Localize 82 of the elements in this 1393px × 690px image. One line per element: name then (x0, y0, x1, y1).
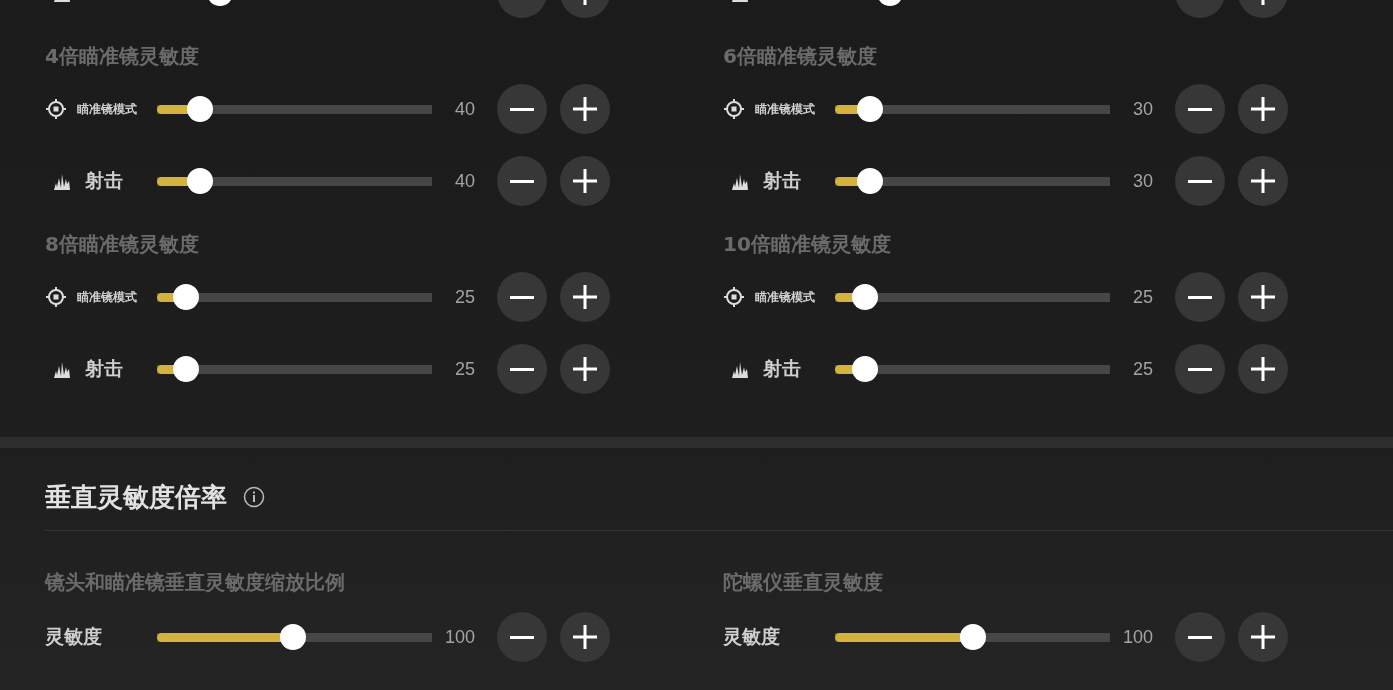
increase-button[interactable] (560, 612, 610, 662)
increase-button[interactable] (1238, 84, 1288, 134)
increase-button[interactable] (1238, 612, 1288, 662)
minus-icon (510, 179, 534, 183)
plus-icon (573, 97, 597, 121)
decrease-button[interactable] (1175, 156, 1225, 206)
slider-value: 100 (1122, 626, 1153, 648)
minus-icon (1188, 635, 1212, 639)
slider-thumb[interactable] (852, 284, 879, 310)
plus-icon (573, 357, 597, 381)
minus-icon (1188, 295, 1212, 299)
group-title: 6倍瞄准镜灵敏度 (723, 43, 878, 70)
plus-icon (1251, 97, 1275, 121)
slider-label: 灵敏度 (45, 624, 102, 649)
decrease-button[interactable] (497, 272, 547, 322)
slider-value: 100 (444, 626, 475, 648)
slider-label: 灵敏度 (723, 624, 780, 649)
slider-label: 瞄准镜模式 (755, 100, 815, 118)
decrease-button[interactable] (1175, 272, 1225, 322)
slider-label: 射击 (85, 356, 123, 381)
slider-value: 40 (454, 98, 475, 120)
crosshair-icon (45, 98, 67, 120)
increase-button[interactable] (560, 344, 610, 394)
slider-thumb[interactable] (857, 96, 884, 122)
group-title: 陀螺仪垂直灵敏度 (723, 569, 884, 596)
plus-icon (573, 625, 597, 649)
plus-icon (573, 169, 597, 193)
decrease-button[interactable] (1175, 344, 1225, 394)
increase-button[interactable] (560, 84, 610, 134)
plus-icon (573, 285, 597, 309)
slider-label: 射击 (85, 168, 123, 193)
crosshair-icon (45, 286, 67, 308)
slider-value: 25 (454, 358, 475, 380)
slider-thumb[interactable] (852, 356, 879, 382)
slider-label: 射击 (763, 356, 801, 381)
slider-thumb[interactable] (857, 168, 884, 194)
crosshair-icon (723, 98, 745, 120)
slider-thumb[interactable] (172, 356, 199, 382)
decrease-button[interactable] (497, 612, 547, 662)
slider-thumb[interactable] (186, 168, 213, 194)
decrease-button[interactable] (1175, 84, 1225, 134)
decrease-button[interactable] (1175, 612, 1225, 662)
decrease-button[interactable] (497, 156, 547, 206)
increase-button[interactable] (560, 156, 610, 206)
slider-thumb[interactable] (172, 284, 199, 310)
group-title: 10倍瞄准镜灵敏度 (723, 231, 892, 258)
plus-icon (1251, 625, 1275, 649)
slider-thumb[interactable] (280, 624, 307, 650)
section-title: 垂直灵敏度倍率 (45, 484, 227, 510)
slider-value: 25 (454, 286, 475, 308)
group-title: 4倍瞄准镜灵敏度 (45, 43, 200, 70)
slider-label: 瞄准镜模式 (77, 100, 137, 118)
slider-label: 瞄准镜模式 (755, 288, 815, 306)
slider-value: 40 (454, 170, 475, 192)
group-title: 镜头和瞄准镜垂直灵敏度缩放比例 (45, 569, 346, 596)
decrease-button[interactable] (497, 344, 547, 394)
slider-label: 射击 (763, 168, 801, 193)
minus-icon (510, 107, 534, 111)
plus-icon (1251, 285, 1275, 309)
minus-icon (1188, 107, 1212, 111)
minus-icon (1188, 179, 1212, 183)
plus-icon (1251, 169, 1275, 193)
slider-value: 25 (1132, 358, 1153, 380)
increase-button[interactable] (1238, 156, 1288, 206)
slider-thumb[interactable] (186, 96, 213, 122)
decrease-button[interactable] (497, 84, 547, 134)
minus-icon (510, 367, 534, 371)
slider-value: 25 (1132, 286, 1153, 308)
minus-icon (510, 635, 534, 639)
slider-value: 30 (1132, 98, 1153, 120)
crosshair-icon (723, 286, 745, 308)
group-title: 8倍瞄准镜灵敏度 (45, 231, 200, 258)
minus-icon (1188, 367, 1212, 371)
slider-value: 30 (1132, 170, 1153, 192)
minus-icon (510, 295, 534, 299)
plus-icon (1251, 357, 1275, 381)
increase-button[interactable] (1238, 272, 1288, 322)
increase-button[interactable] (560, 272, 610, 322)
slider-label: 瞄准镜模式 (77, 288, 137, 306)
increase-button[interactable] (1238, 344, 1288, 394)
slider-thumb[interactable] (959, 624, 986, 650)
info-icon (243, 486, 265, 508)
